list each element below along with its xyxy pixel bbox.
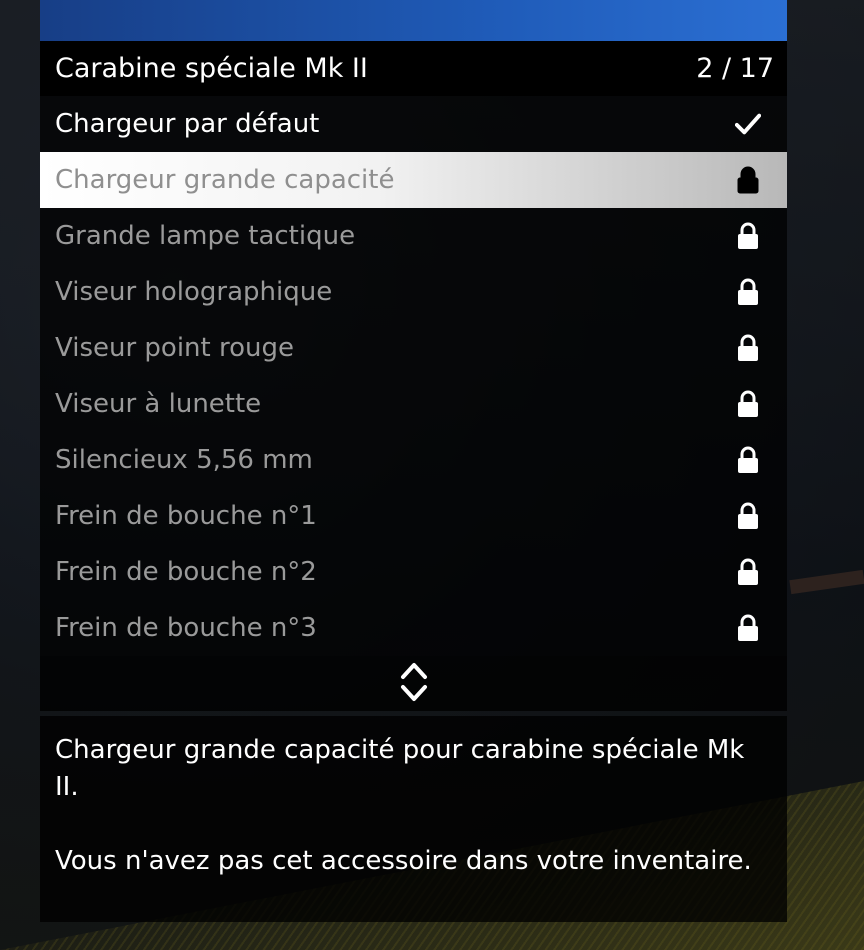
menu-item-label: Frein de bouche n°1 <box>55 501 317 531</box>
menu-item-scope[interactable]: Viseur à lunette <box>40 376 787 432</box>
menu-item-muzzle-brake-1[interactable]: Frein de bouche n°1 <box>40 488 787 544</box>
menu-subtitle-bar: Carabine spéciale Mk II 2 / 17 <box>40 41 787 96</box>
menu-item-muzzle-brake-3[interactable]: Frein de bouche n°3 <box>40 600 787 656</box>
menu-item-label: Frein de bouche n°3 <box>55 613 317 643</box>
menu-item-holographic-sight[interactable]: Viseur holographique <box>40 264 787 320</box>
menu-item-suppressor[interactable]: Silencieux 5,56 mm <box>40 432 787 488</box>
lock-icon <box>735 166 761 194</box>
lock-icon <box>735 222 761 250</box>
lock-icon <box>735 278 761 306</box>
lock-icon <box>735 446 761 474</box>
lock-icon <box>735 558 761 586</box>
menu-item-label: Viseur à lunette <box>55 389 262 419</box>
scroll-indicator[interactable] <box>40 656 787 711</box>
menu-item-label: Grande lampe tactique <box>55 221 356 251</box>
check-icon <box>735 110 761 138</box>
menu-item-default-magazine[interactable]: Chargeur par défaut <box>40 96 787 152</box>
up-down-chevrons-icon <box>399 660 429 708</box>
menu-item-label: Silencieux 5,56 mm <box>55 445 313 475</box>
menu-item-extended-magazine[interactable]: Chargeur grande capacité <box>40 152 787 208</box>
inventory-note: Vous n'avez pas cet accessoire dans votr… <box>55 846 752 876</box>
item-counter: 2 / 17 <box>696 53 774 84</box>
menu-subtitle: Carabine spéciale Mk II <box>55 53 368 84</box>
lock-icon <box>735 614 761 642</box>
weapon-mod-menu: Carabine spéciale Mk II 2 / 17 Chargeur … <box>40 0 787 922</box>
menu-item-red-dot-sight[interactable]: Viseur point rouge <box>40 320 787 376</box>
menu-banner <box>40 0 787 41</box>
lock-icon <box>735 334 761 362</box>
menu-item-label: Chargeur par défaut <box>55 109 320 139</box>
menu-item-label: Viseur point rouge <box>55 333 294 363</box>
menu-items: Chargeur par défaut Chargeur grande capa… <box>40 96 787 656</box>
item-description: Chargeur grande capacité pour carabine s… <box>40 716 787 922</box>
menu-item-label: Viseur holographique <box>55 277 333 307</box>
menu-item-label: Frein de bouche n°2 <box>55 557 317 587</box>
lock-icon <box>735 390 761 418</box>
menu-item-large-flashlight[interactable]: Grande lampe tactique <box>40 208 787 264</box>
menu-item-label: Chargeur grande capacité <box>55 165 395 195</box>
menu-item-muzzle-brake-2[interactable]: Frein de bouche n°2 <box>40 544 787 600</box>
description-text: Chargeur grande capacité pour carabine s… <box>55 735 745 802</box>
lock-icon <box>735 502 761 530</box>
